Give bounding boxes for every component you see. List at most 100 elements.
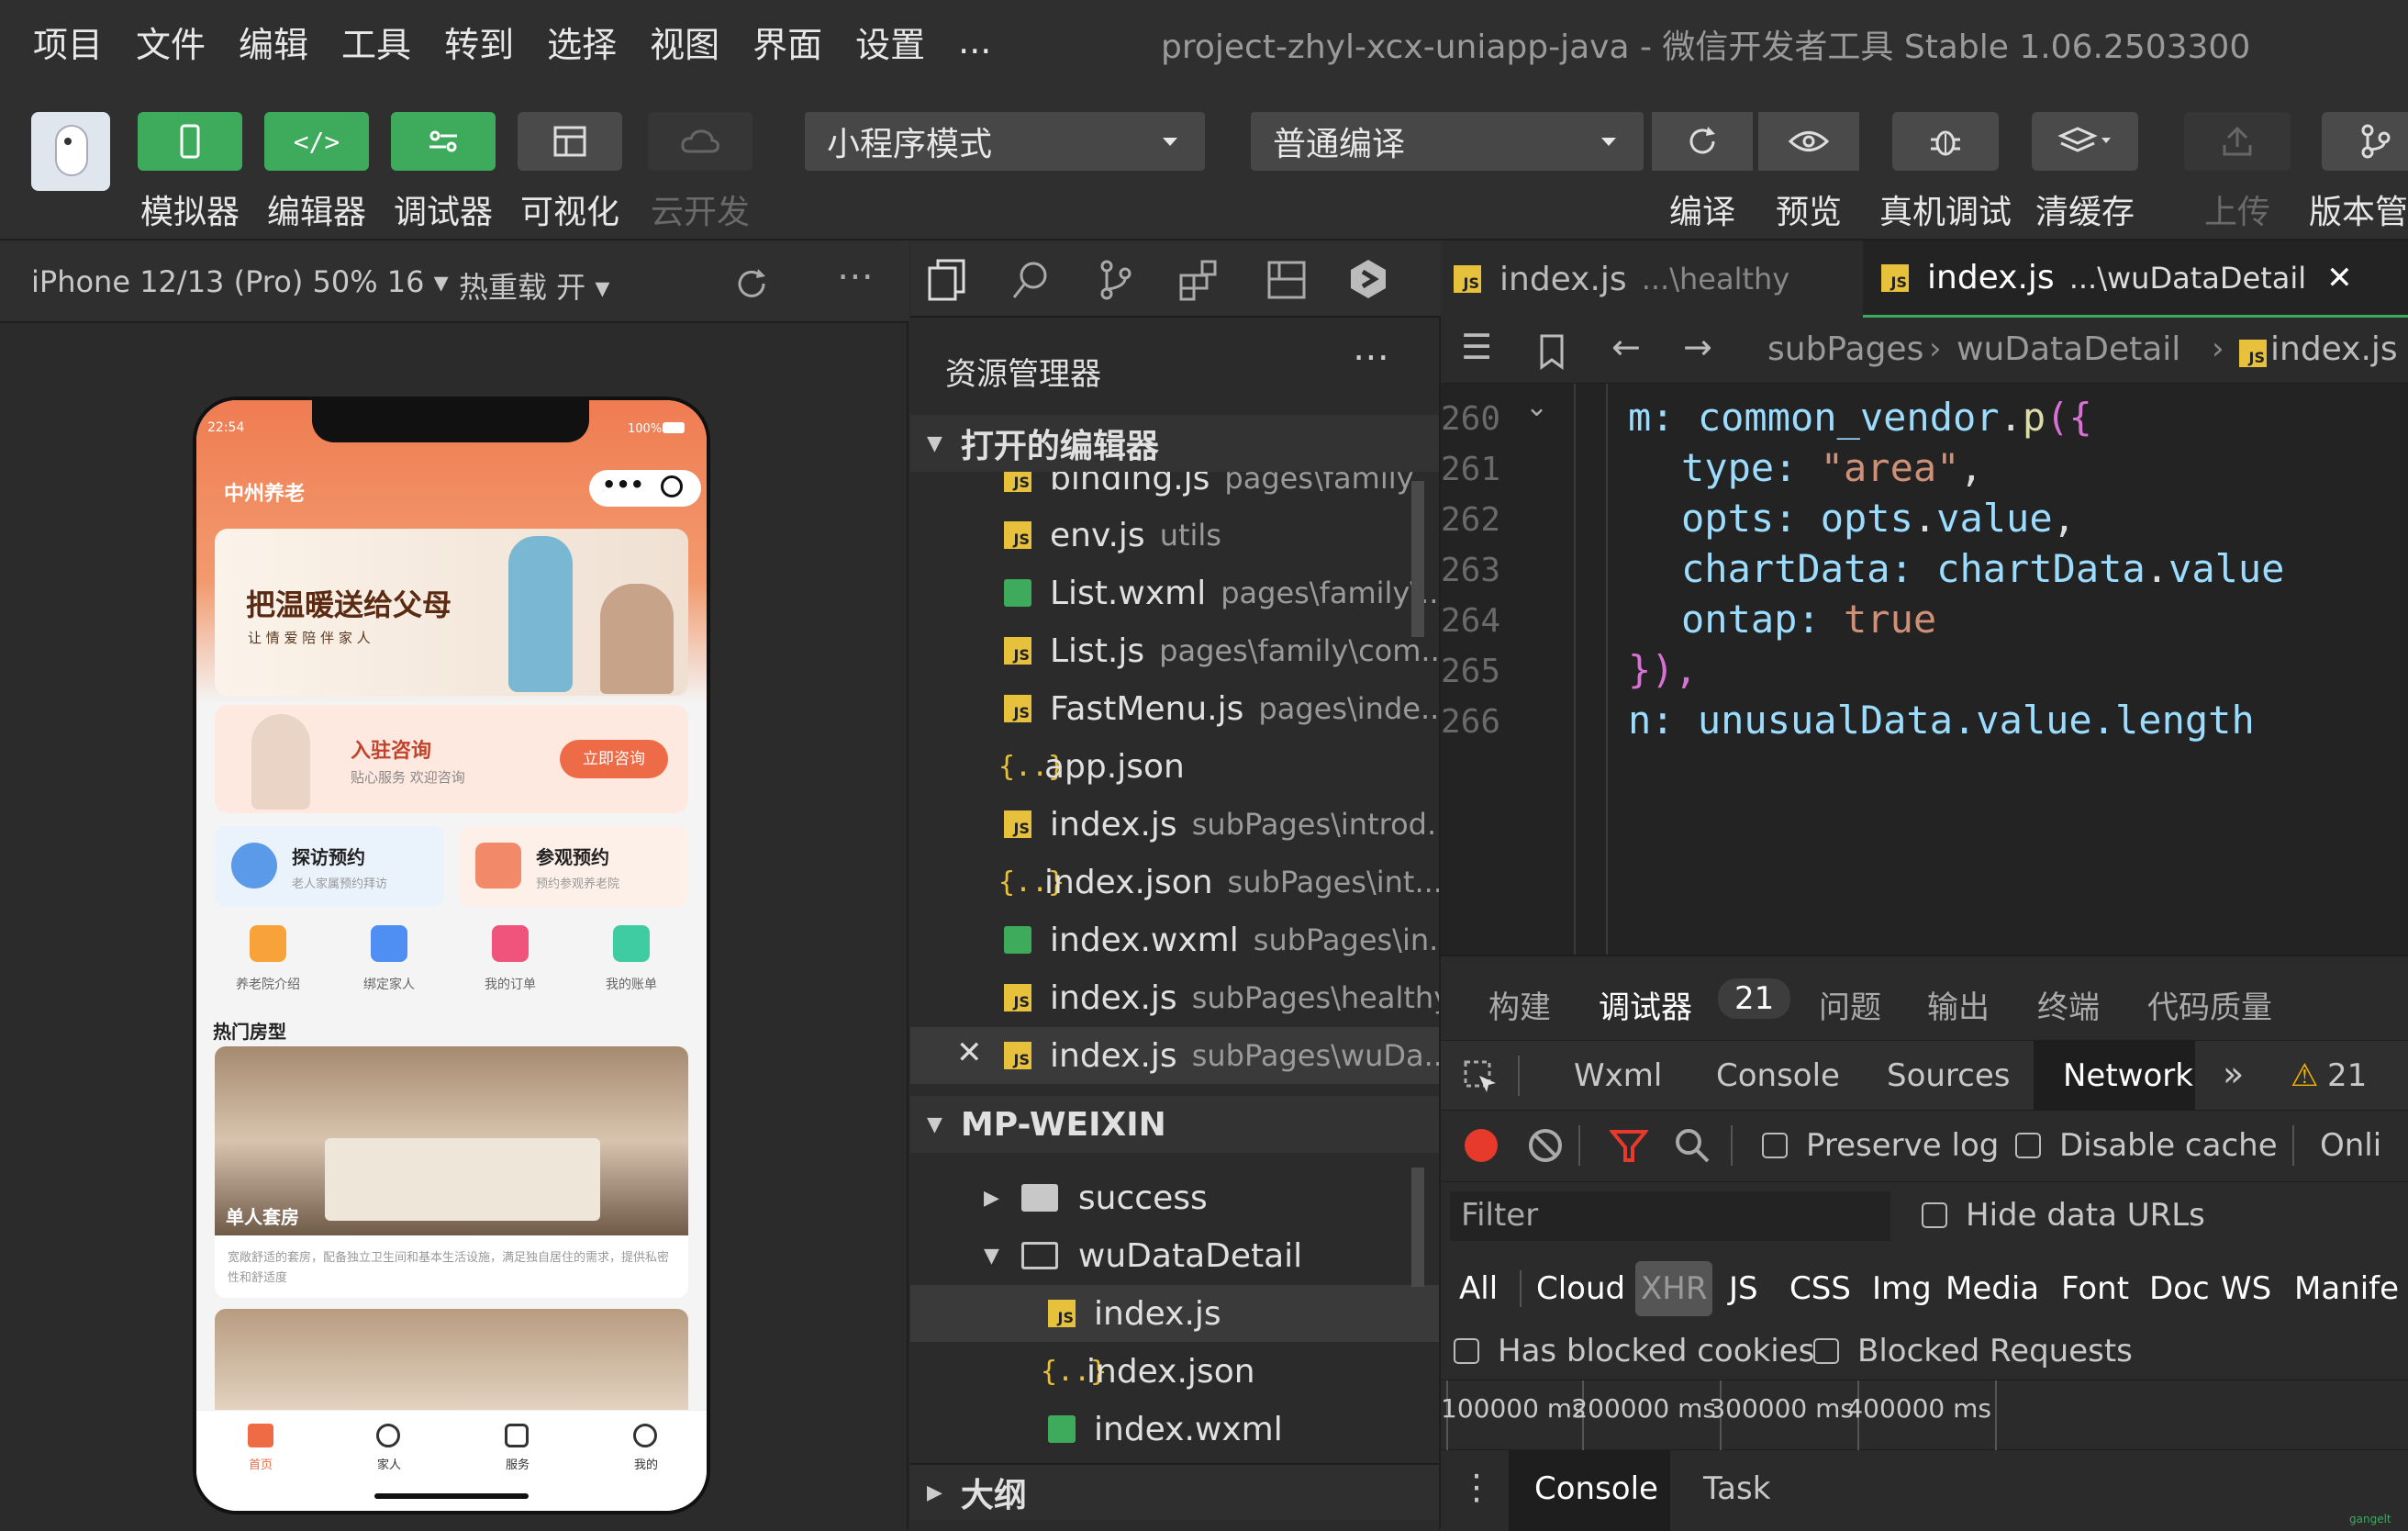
- hide-data-urls-checkbox[interactable]: [1922, 1202, 1947, 1228]
- menu-project[interactable]: 项目: [33, 17, 103, 67]
- tab-home[interactable]: 首页: [233, 1455, 288, 1472]
- tree-file-active[interactable]: JS index.js: [910, 1285, 1439, 1342]
- cloud-button[interactable]: [648, 112, 752, 171]
- tab-mine[interactable]: 我的: [619, 1455, 674, 1472]
- profile-icon[interactable]: [633, 1424, 657, 1447]
- type-js[interactable]: JS: [1729, 1270, 1758, 1307]
- copy-icon[interactable]: [927, 259, 967, 301]
- disable-cache-checkbox[interactable]: [2015, 1133, 2041, 1158]
- blocked-cookies-checkbox[interactable]: [1454, 1338, 1479, 1364]
- visual-button[interactable]: [518, 112, 622, 171]
- breadcrumb-item[interactable]: subPages: [1767, 330, 1923, 368]
- type-doc[interactable]: Doc: [2149, 1270, 2210, 1307]
- preview-button[interactable]: [1758, 112, 1859, 171]
- visit-card[interactable]: 探访预约 老人家属预约拜访: [215, 826, 444, 907]
- debugger-button[interactable]: [391, 112, 496, 171]
- tab-build[interactable]: 构建: [1488, 982, 1551, 1027]
- menu-goto[interactable]: 转到: [444, 17, 514, 67]
- compile-select[interactable]: 普通编译: [1251, 112, 1644, 171]
- scrollbar[interactable]: [1411, 481, 1424, 637]
- menu-settings[interactable]: 设置: [855, 17, 925, 67]
- type-img[interactable]: Img: [1872, 1270, 1932, 1307]
- storage-icon[interactable]: [1266, 259, 1307, 301]
- breadcrumb-item[interactable]: wuDataDetail: [1956, 330, 2180, 368]
- blocked-requests-checkbox[interactable]: [1813, 1338, 1839, 1364]
- type-xhr[interactable]: XHR: [1635, 1261, 1713, 1316]
- menu-select[interactable]: 选择: [547, 17, 617, 67]
- more-icon[interactable]: ⋯: [1353, 336, 1389, 378]
- tab-index-wudatadetail[interactable]: JS index.js ...\wuDataDetail ✕: [1863, 240, 2408, 318]
- menu-file[interactable]: 文件: [136, 17, 206, 67]
- list-item[interactable]: {..} app.json: [910, 738, 1439, 795]
- tab-index-healthy[interactable]: JS index.js ...\healthy: [1441, 240, 1837, 318]
- tab-terminal[interactable]: 终端: [2037, 982, 2100, 1027]
- list-item[interactable]: List.wxml pages\family\...: [910, 564, 1439, 621]
- menu-tools[interactable]: 工具: [341, 17, 411, 67]
- timeline-overview[interactable]: 100000 ms 200000 ms 300000 ms 400000 ms: [1441, 1380, 2408, 1450]
- hot-reload-select[interactable]: 热重载 开 ▾: [459, 264, 609, 307]
- tree-file[interactable]: {..} index.json: [910, 1343, 1439, 1400]
- more-tabs-icon[interactable]: »: [2223, 1054, 2244, 1094]
- list-item[interactable]: JS index.js subPages\healthy: [910, 969, 1439, 1026]
- tab-network[interactable]: Network: [2063, 1057, 2193, 1094]
- close-icon[interactable]: ✕: [956, 1034, 983, 1071]
- fold-chevron-icon[interactable]: ⌄: [1525, 391, 1548, 423]
- close-icon[interactable]: [661, 475, 683, 497]
- tab-console[interactable]: Console: [1716, 1057, 1840, 1094]
- breadcrumb-item[interactable]: index.js: [2270, 330, 2398, 368]
- type-all[interactable]: All: [1459, 1270, 1498, 1307]
- more-icon[interactable]: ⋯: [837, 255, 874, 297]
- list-item[interactable]: {..} index.json subPages\int...: [910, 854, 1439, 911]
- bill-icon[interactable]: [613, 925, 650, 962]
- tab-code-quality[interactable]: 代码质量: [2147, 982, 2272, 1027]
- compile-button[interactable]: [1652, 112, 1753, 171]
- type-css[interactable]: CSS: [1789, 1270, 1851, 1307]
- open-editors-header[interactable]: ▼ 打开的编辑器: [910, 415, 1439, 472]
- source-control-icon[interactable]: [1096, 259, 1136, 301]
- version-button[interactable]: [2322, 112, 2408, 171]
- back-arrow-icon[interactable]: ←: [1611, 327, 1641, 367]
- type-manifest[interactable]: Manife: [2294, 1270, 2399, 1307]
- tab-output[interactable]: 输出: [1927, 982, 1990, 1027]
- drawer-menu-icon[interactable]: ⋮: [1459, 1467, 1494, 1507]
- type-cloud[interactable]: Cloud: [1536, 1270, 1625, 1307]
- tab-service[interactable]: 服务: [490, 1455, 545, 1472]
- project-header[interactable]: ▼ MP-WEIXIN: [910, 1096, 1439, 1153]
- throttling-select[interactable]: Onli: [2320, 1127, 2381, 1164]
- banner[interactable]: 把温暖送给父母 让 情 爱 陪 伴 家 人: [215, 529, 688, 696]
- avatar[interactable]: [31, 112, 110, 191]
- menu-more[interactable]: ...: [958, 21, 991, 61]
- tree-folder-wudatadetail[interactable]: ▼ wuDataDetail: [910, 1227, 1439, 1284]
- type-ws[interactable]: WS: [2221, 1270, 2271, 1307]
- capsule-button[interactable]: •••: [589, 470, 701, 507]
- type-font[interactable]: Font: [2061, 1270, 2129, 1307]
- clear-cache-button[interactable]: [2032, 112, 2138, 171]
- search-icon[interactable]: [1011, 259, 1052, 301]
- tree-folder-success[interactable]: ▶ success: [910, 1169, 1439, 1226]
- tab-issues[interactable]: 问题: [1819, 982, 1881, 1027]
- consult-card[interactable]: 入驻咨询 贴心服务 欢迎咨询 立即咨询: [215, 705, 688, 813]
- list-item[interactable]: index.wxml subPages\in...: [910, 911, 1439, 968]
- tab-network-active[interactable]: Network: [2034, 1041, 2195, 1111]
- close-icon[interactable]: ✕: [2326, 260, 2353, 296]
- consult-button[interactable]: 立即咨询: [560, 740, 668, 778]
- inspect-icon[interactable]: [1463, 1059, 1499, 1096]
- drawer-tab-console[interactable]: Console: [1534, 1470, 1658, 1507]
- mode-select[interactable]: 小程序模式: [805, 112, 1205, 171]
- outline-header[interactable]: ▶ 大纲: [910, 1463, 1439, 1520]
- menu-interface[interactable]: 界面: [752, 17, 822, 67]
- drawer-tab-console-active[interactable]: Console: [1509, 1450, 1670, 1531]
- editor-button[interactable]: </>: [264, 112, 369, 171]
- list-item[interactable]: JS env.js utils: [910, 507, 1439, 564]
- filter-icon[interactable]: [1610, 1129, 1648, 1164]
- menu-edit[interactable]: 编辑: [239, 17, 308, 67]
- tab-debugger[interactable]: 调试器: [1599, 982, 1692, 1027]
- bind-family-icon[interactable]: [371, 925, 407, 962]
- order-icon[interactable]: [492, 925, 529, 962]
- preserve-log-checkbox[interactable]: [1762, 1133, 1788, 1158]
- nursing-home-icon[interactable]: [250, 925, 286, 962]
- plugin-icon[interactable]: [1347, 257, 1389, 301]
- rotate-icon[interactable]: [732, 264, 771, 303]
- list-item[interactable]: JS binding.js pages\family: [910, 472, 1439, 507]
- family-icon[interactable]: [376, 1424, 400, 1447]
